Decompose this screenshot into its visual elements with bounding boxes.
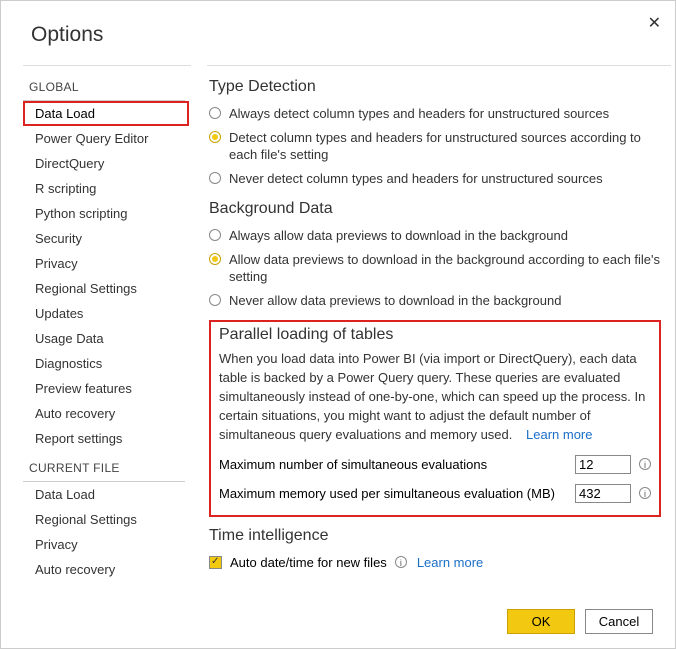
sidebar-item-cf-data-load[interactable]: Data Load [23, 482, 191, 507]
ok-button[interactable]: OK [507, 609, 575, 634]
background-data-radio-2-label: Allow data previews to download in the b… [229, 251, 661, 286]
sidebar-item-regional-settings[interactable]: Regional Settings [23, 276, 191, 301]
sidebar-item-cf-auto-recovery[interactable]: Auto recovery [23, 557, 191, 582]
sidebar-item-diagnostics[interactable]: Diagnostics [23, 351, 191, 376]
sidebar-item-preview-features[interactable]: Preview features [23, 376, 191, 401]
sidebar-item-directquery[interactable]: DirectQuery [23, 151, 191, 176]
background-data-radio-1[interactable] [209, 229, 221, 241]
main-panel: Type Detection Always detect column type… [207, 65, 671, 609]
background-data-radio-3[interactable] [209, 294, 221, 306]
type-detection-radio-2[interactable] [209, 131, 221, 143]
type-detection-radio-1[interactable] [209, 107, 221, 119]
sidebar: GLOBAL Data LoadPower Query EditorDirect… [23, 65, 191, 609]
background-data-heading: Background Data [209, 200, 661, 218]
sidebar-item-data-load[interactable]: Data Load [23, 101, 189, 126]
info-icon[interactable]: i [639, 487, 651, 499]
sidebar-item-auto-recovery[interactable]: Auto recovery [23, 401, 191, 426]
cancel-button[interactable]: Cancel [585, 609, 653, 634]
background-data-radio-1-label: Always allow data previews to download i… [229, 227, 568, 245]
dialog-title: Options [1, 1, 675, 65]
type-detection-radio-2-label: Detect column types and headers for unst… [229, 129, 661, 164]
sidebar-item-cf-regional-settings[interactable]: Regional Settings [23, 507, 191, 532]
parallel-learn-more-link[interactable]: Learn more [526, 427, 592, 442]
sidebar-item-updates[interactable]: Updates [23, 301, 191, 326]
parallel-loading-heading: Parallel loading of tables [219, 326, 651, 344]
sidebar-item-power-query-editor[interactable]: Power Query Editor [23, 126, 191, 151]
parallel-loading-box: Parallel loading of tables When you load… [209, 320, 661, 516]
sidebar-section-current-file: CURRENT FILE [23, 451, 185, 482]
sidebar-item-python-scripting[interactable]: Python scripting [23, 201, 191, 226]
sidebar-item-usage-data[interactable]: Usage Data [23, 326, 191, 351]
sidebar-section-global: GLOBAL [23, 70, 185, 101]
info-icon[interactable]: i [639, 458, 651, 470]
auto-datetime-checkbox[interactable] [209, 556, 222, 569]
sidebar-item-cf-privacy[interactable]: Privacy [23, 532, 191, 557]
sidebar-item-report-settings[interactable]: Report settings [23, 426, 191, 451]
auto-datetime-label: Auto date/time for new files [230, 555, 387, 570]
max-memory-label: Maximum memory used per simultaneous eva… [219, 486, 575, 501]
parallel-loading-desc: When you load data into Power BI (via im… [219, 350, 651, 444]
type-detection-heading: Type Detection [209, 78, 661, 96]
sidebar-item-security[interactable]: Security [23, 226, 191, 251]
time-intel-learn-more-link[interactable]: Learn more [417, 555, 483, 570]
type-detection-radio-3-label: Never detect column types and headers fo… [229, 170, 603, 188]
dialog-footer: OK Cancel [507, 609, 653, 634]
info-icon[interactable]: i [395, 556, 407, 568]
max-evaluations-label: Maximum number of simultaneous evaluatio… [219, 457, 575, 472]
close-icon[interactable]: ✕ [648, 13, 661, 33]
time-intelligence-heading: Time intelligence [209, 527, 661, 545]
type-detection-radio-3[interactable] [209, 172, 221, 184]
sidebar-item-privacy[interactable]: Privacy [23, 251, 191, 276]
background-data-radio-3-label: Never allow data previews to download in… [229, 292, 561, 310]
sidebar-item-r-scripting[interactable]: R scripting [23, 176, 191, 201]
max-evaluations-input[interactable] [575, 455, 631, 474]
max-memory-input[interactable] [575, 484, 631, 503]
type-detection-radio-1-label: Always detect column types and headers f… [229, 105, 609, 123]
background-data-radio-2[interactable] [209, 253, 221, 265]
